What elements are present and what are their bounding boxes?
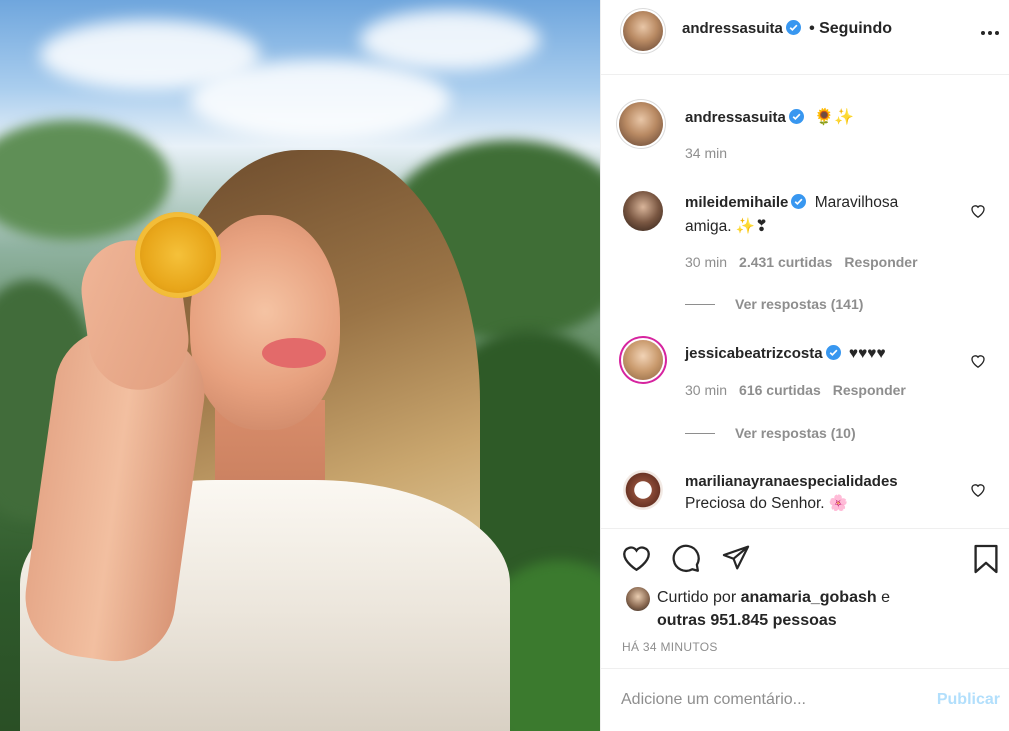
view-replies-button[interactable]: Ver respostas (10)	[685, 425, 856, 441]
verified-badge-icon	[785, 20, 801, 39]
comment-username[interactable]: jessicabeatrizcosta	[685, 345, 823, 362]
author-avatar[interactable]	[623, 11, 663, 51]
post-modal: andressasuita • Seguindo andressasuita 🌻…	[0, 0, 1009, 731]
comment-username[interactable]: marilianayranaespecialidades	[685, 473, 898, 490]
verified-badge-icon	[825, 345, 841, 367]
heart-icon[interactable]	[621, 543, 652, 577]
author-username[interactable]: andressasuita	[682, 20, 783, 37]
comment-avatar[interactable]	[623, 470, 663, 510]
comment-avatar[interactable]	[623, 191, 663, 231]
verified-badge-icon	[788, 109, 804, 128]
caption-avatar[interactable]	[619, 102, 663, 146]
post-header: andressasuita • Seguindo	[601, 0, 1009, 75]
comment-icon[interactable]	[671, 543, 701, 578]
view-replies-button[interactable]: Ver respostas (141)	[685, 296, 863, 312]
comment-text-cont: amiga. ✨❣	[685, 218, 769, 235]
caption-text: 🌻✨	[814, 109, 854, 126]
post-photo[interactable]	[0, 0, 600, 731]
comment-body: jessicabeatrizcosta ♥♥♥♥	[685, 343, 955, 367]
add-comment-bar: Publicar	[601, 668, 1009, 731]
publish-button[interactable]: Publicar	[937, 691, 1000, 709]
liker-username[interactable]: anamaria_gobash	[741, 589, 877, 606]
comment-like-icon[interactable]	[970, 353, 986, 373]
replies-divider	[685, 432, 715, 434]
comment-like-icon[interactable]	[970, 203, 986, 223]
verified-badge-icon	[791, 194, 807, 216]
bookmark-icon[interactable]	[973, 543, 999, 580]
likes-mid: e	[876, 589, 890, 606]
comment-avatar[interactable]	[623, 340, 663, 380]
comment-username[interactable]: mileidemihaile	[685, 194, 788, 211]
comment-time[interactable]: 30 min	[685, 254, 727, 270]
comment-text: Maravilhosa	[814, 194, 899, 211]
follow-status[interactable]: • Seguindo	[809, 20, 892, 37]
share-icon[interactable]	[721, 543, 751, 577]
comment-text: Preciosa do Senhor. 🌸	[685, 495, 849, 512]
post-date[interactable]: HÁ 34 MINUTOS	[622, 640, 718, 654]
comment-likes[interactable]: 616 curtidas	[739, 382, 821, 398]
likes-count[interactable]: outras 951.845 pessoas	[657, 612, 837, 629]
view-replies-label: Ver respostas (10)	[735, 425, 856, 441]
more-options-icon[interactable]	[980, 20, 1000, 41]
comment-input[interactable]	[621, 691, 921, 709]
comment-meta: 30 min 2.431 curtidas Responder	[685, 254, 918, 270]
likes-text: Curtido por anamaria_gobash e outras 951…	[657, 586, 890, 632]
comment-like-icon[interactable]	[970, 482, 986, 502]
liker-avatar[interactable]	[626, 587, 650, 611]
likes-prefix: Curtido por	[657, 589, 741, 606]
author-line: andressasuita • Seguindo	[682, 20, 892, 39]
comment-likes[interactable]: 2.431 curtidas	[739, 254, 832, 270]
comment-meta: 30 min 616 curtidas Responder	[685, 382, 906, 398]
reply-button[interactable]: Responder	[833, 382, 906, 398]
caption-line: andressasuita 🌻✨	[685, 107, 854, 128]
comment-body: marilianayranaespecialidades Preciosa do…	[685, 471, 975, 515]
comment-text: ♥♥♥♥	[848, 345, 886, 362]
view-replies-label: Ver respostas (141)	[735, 296, 864, 312]
replies-divider	[685, 303, 715, 305]
comment-body: mileidemihaile Maravilhosa amiga. ✨❣	[685, 192, 955, 238]
reply-button[interactable]: Responder	[844, 254, 917, 270]
flower	[135, 212, 221, 298]
post-sidebar: andressasuita • Seguindo andressasuita 🌻…	[600, 0, 1009, 731]
caption-username[interactable]: andressasuita	[685, 109, 786, 126]
comment-time[interactable]: 30 min	[685, 382, 727, 398]
caption-time: 34 min	[685, 145, 728, 161]
action-bar: Curtido por anamaria_gobash e outras 951…	[601, 528, 1009, 668]
